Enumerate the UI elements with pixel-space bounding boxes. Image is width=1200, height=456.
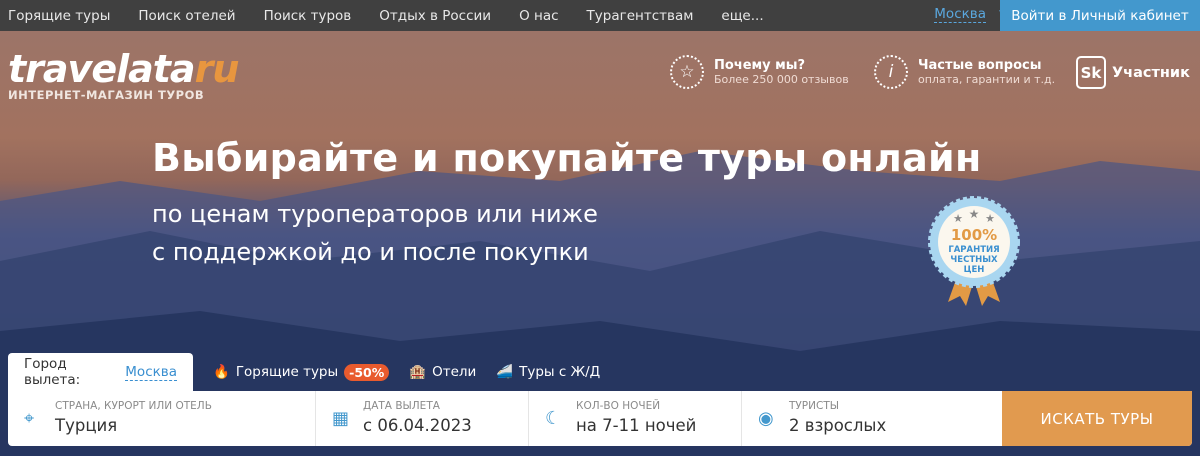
svg-text:★: ★ [985,212,995,225]
departure-city-link[interactable]: Москва [125,364,177,381]
train-icon: 🚄 [496,364,514,380]
hero-subtitle-1: по ценам туроператоров или ниже [152,200,598,228]
tourists-field[interactable]: ◉ ТУРИСТЫ 2 взрослых [742,391,1002,446]
logo[interactable]: travelataru ИНТЕРНЕТ-МАГАЗИН ТУРОВ [8,50,239,102]
city-selector[interactable]: Москва [934,7,986,23]
search-form: ⌖ СТРАНА, КУРОРТ ИЛИ ОТЕЛЬ Турция ▦ ДАТА… [8,391,1192,446]
nav-tour-search[interactable]: Поиск туров [264,8,352,24]
svg-text:100%: 100% [951,226,997,244]
destination-field[interactable]: ⌖ СТРАНА, КУРОРТ ИЛИ ОТЕЛЬ Турция [8,391,316,446]
search-tabs: Город вылета: Москва 🔥 Горящие туры -50% 🏨 О… [8,353,600,391]
login-button[interactable]: Войти в Личный кабинет [1000,0,1200,31]
star-icon: ☆ [670,55,704,89]
top-nav: Горящие туры Поиск отелей Поиск туров От… [0,0,1200,31]
location-pin-icon: ⌖ [24,408,35,429]
price-guarantee-badge: ★ ★ ★ 100% ГАРАНТИЯ ЧЕСТНЫХ ЦЕН [928,196,1020,306]
skolkovo-icon: Sk [1076,56,1106,89]
nav-more[interactable]: еще... [721,8,763,24]
svg-text:ЦЕН: ЦЕН [964,265,985,275]
skolkovo-badge: Sk Участник [1076,56,1190,89]
faq-link[interactable]: i Частые вопросы оплата, гарантии и т.д. [874,55,1055,89]
search-tours-button[interactable]: ИСКАТЬ ТУРЫ [1002,391,1192,446]
nav-russia[interactable]: Отдых в России [379,8,491,24]
why-us-link[interactable]: ☆ Почему мы? Более 250 000 отзывов [670,55,849,89]
hero-subtitle-2: с поддержкой до и после покупки [152,238,589,266]
svg-text:ГАРАНТИЯ: ГАРАНТИЯ [948,245,999,255]
info-icon: i [874,55,908,89]
nav-agencies[interactable]: Турагентствам [587,8,694,24]
svg-text:★: ★ [969,207,980,221]
nav-about[interactable]: О нас [519,8,558,24]
user-icon: ◉ [758,408,774,429]
moon-icon: ☾ [545,408,562,429]
date-field[interactable]: ▦ ДАТА ВЫЛЕТА с 06.04.2023 [316,391,529,446]
nights-field[interactable]: ☾ КОЛ-ВО НОЧЕЙ на 7-11 ночей [529,391,742,446]
hero-title: Выбирайте и покупайте туры онлайн [152,136,982,180]
tab-hotels[interactable]: 🏨 Отели [409,364,476,380]
tab-hot-tours[interactable]: 🔥 Горящие туры -50% [213,363,390,381]
svg-text:ЧЕСТНЫХ: ЧЕСТНЫХ [950,255,998,265]
nav-hotel-search[interactable]: Поиск отелей [138,8,235,24]
hotel-icon: 🏨 [409,364,427,380]
nav-hot-tours[interactable]: Горящие туры [8,8,110,24]
fire-icon: 🔥 [213,364,230,380]
tab-departure-city[interactable]: Город вылета: Москва [8,353,193,391]
discount-badge: -50% [344,363,390,381]
calendar-icon: ▦ [332,408,350,429]
svg-text:★: ★ [953,212,963,225]
tab-rail-tours[interactable]: 🚄 Туры с Ж/Д [496,364,600,380]
